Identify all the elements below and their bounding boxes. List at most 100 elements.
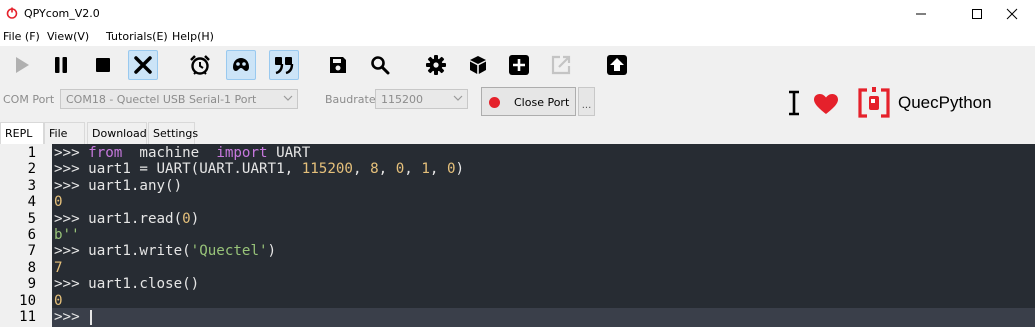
menu-tutorials[interactable]: Tutorials(E) xyxy=(106,30,168,43)
code-token: 0 xyxy=(54,194,63,211)
repl-line: b'' xyxy=(54,227,80,243)
mask-icon xyxy=(233,58,249,71)
tab-settings[interactable]: Settings xyxy=(148,122,198,144)
text-caret xyxy=(90,310,92,325)
port-settings-row: COM Port COM18 - Quectel USB Serial-1 Po… xyxy=(0,84,1035,120)
code-token: uart1.any() xyxy=(88,177,183,194)
line-number: 1 xyxy=(27,145,36,161)
tab-repl[interactable]: REPL xyxy=(0,122,44,144)
stop-icon xyxy=(96,58,110,72)
line-number-gutter: 1 2 3 4 5 6 7 8 9 10 11 xyxy=(0,144,52,327)
quote-icon xyxy=(275,57,294,75)
line-number: 7 xyxy=(27,243,36,260)
code-token: uart1 = UART(UART.UART1, xyxy=(88,161,302,178)
save-button[interactable] xyxy=(323,50,353,80)
line-number: 5 xyxy=(27,210,36,227)
code-token: , xyxy=(378,161,396,178)
code-token: , xyxy=(352,161,371,178)
code-token: ) xyxy=(190,210,200,227)
package-button[interactable] xyxy=(463,50,493,80)
close-port-button[interactable]: Close Port xyxy=(481,87,576,116)
code-token: 8 xyxy=(370,161,379,178)
close-window-button[interactable] xyxy=(989,0,1035,28)
code-token: , xyxy=(404,161,422,178)
add-button[interactable] xyxy=(504,50,534,80)
repl-line: 0 xyxy=(54,194,63,210)
title-bar: QPYcom_V2.0 xyxy=(0,0,1035,28)
com-port-label: COM Port xyxy=(3,93,55,106)
repl-line: >>> uart1.close() xyxy=(54,276,199,292)
timer-button[interactable] xyxy=(185,50,215,80)
close-x-icon xyxy=(134,56,152,74)
theme-button[interactable] xyxy=(226,50,256,80)
line-number: 8 xyxy=(27,259,36,276)
run-button[interactable] xyxy=(6,50,36,80)
repl-console[interactable]: 1 2 3 4 5 6 7 8 9 10 11 >>> from machine import UA… xyxy=(0,144,1035,327)
code-token: b'' xyxy=(54,227,80,243)
stop-button[interactable] xyxy=(88,50,118,80)
menu-bar: File (F) View(V) Tutorials(E) Help(H) xyxy=(0,28,1035,46)
line-number: 9 xyxy=(27,276,36,293)
code-token: import xyxy=(216,145,268,161)
repl-line: >>> uart1.read(0) xyxy=(54,211,199,227)
upload-icon xyxy=(607,55,627,75)
line-number: 11 xyxy=(19,309,36,325)
repl-prompt: >>> xyxy=(54,177,89,194)
repl-prompt: >>> xyxy=(54,243,89,260)
pause-button[interactable] xyxy=(46,50,76,80)
close-icon xyxy=(1006,8,1018,20)
code-token: 0 xyxy=(182,210,191,227)
code-token: 0 xyxy=(446,161,456,178)
repl-line: >>> uart1.write('Quectel') xyxy=(54,243,276,259)
baudrate-select[interactable]: 115200 xyxy=(375,89,468,109)
text-cursor-icon xyxy=(789,90,799,116)
baudrate-value: 115200 xyxy=(381,93,423,106)
minimize-button[interactable] xyxy=(898,0,944,28)
upload-button[interactable] xyxy=(602,50,632,80)
quote-button[interactable] xyxy=(269,50,299,80)
code-token: uart1.read( xyxy=(88,210,183,227)
com-port-select[interactable]: COM18 - Quectel USB Serial-1 Port xyxy=(60,89,298,109)
tab-download[interactable]: Download xyxy=(87,122,147,144)
line-number: 10 xyxy=(19,292,36,309)
baudrate-label: Baudrate xyxy=(325,93,376,106)
tab-file[interactable]: File xyxy=(44,122,85,144)
com-port-value: COM18 - Quectel USB Serial-1 Port xyxy=(66,93,257,106)
search-icon xyxy=(371,56,390,75)
repl-line: >>> uart1 = UART(UART.UART1, 115200, 8, … xyxy=(54,161,464,177)
heart-icon xyxy=(814,94,838,114)
repl-prompt: >>> xyxy=(54,276,89,293)
more-options-button[interactable]: ... xyxy=(578,87,595,116)
brand-name: QuecPython xyxy=(898,93,992,112)
line-number: 4 xyxy=(27,194,36,211)
menu-view[interactable]: View(V) xyxy=(47,30,89,43)
add-icon xyxy=(509,55,529,75)
export-button[interactable] xyxy=(546,50,576,80)
search-button[interactable] xyxy=(365,50,395,80)
repl-line: 0 xyxy=(54,293,63,309)
line-number: 3 xyxy=(27,177,36,194)
code-token: ) xyxy=(455,161,465,178)
save-icon xyxy=(330,57,346,73)
code-token: 0 xyxy=(54,292,63,309)
code-token: uart1.close() xyxy=(88,276,200,293)
play-icon xyxy=(16,57,29,73)
repl-line: >>> uart1.any() xyxy=(54,178,182,194)
menu-file[interactable]: File (F) xyxy=(3,30,40,43)
repl-line: >>> from machine import UART xyxy=(54,145,310,161)
clear-button[interactable] xyxy=(128,50,158,80)
pause-icon xyxy=(55,57,67,73)
app-logo-icon xyxy=(6,7,18,19)
settings-button[interactable] xyxy=(421,50,451,80)
code-token: from xyxy=(88,145,123,161)
alarm-clock-icon xyxy=(190,55,210,75)
repl-line: 7 xyxy=(54,260,63,276)
export-icon xyxy=(551,55,571,75)
code-token: 115200 xyxy=(301,161,353,178)
code-token: UART xyxy=(267,145,311,161)
menu-help[interactable]: Help(H) xyxy=(172,30,214,43)
code-token: ) xyxy=(267,243,277,260)
code-token: 7 xyxy=(54,259,63,276)
toolbar xyxy=(0,46,1035,84)
gear-icon xyxy=(426,55,446,75)
